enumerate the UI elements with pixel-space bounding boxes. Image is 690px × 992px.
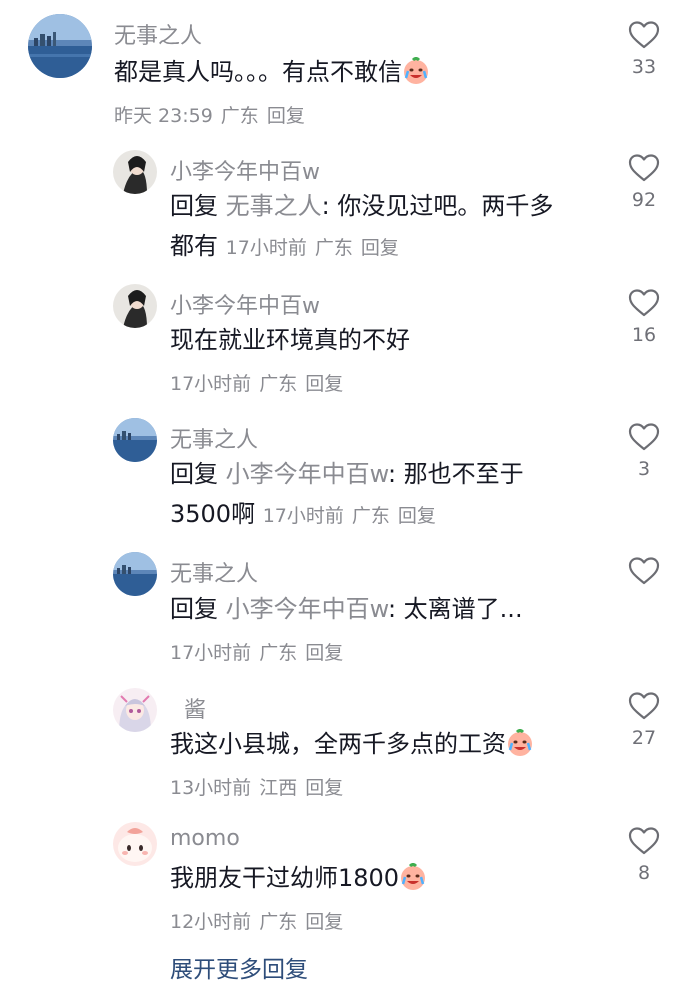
reply-meta: 17小时前 广东 回复 xyxy=(170,638,343,665)
reply-author[interactable]: 小李今年中百w xyxy=(170,154,320,186)
reply-text-line2: 都有 17小时前 广东 回复 xyxy=(170,226,399,268)
like-button[interactable]: 27 xyxy=(618,691,670,749)
reply-time: 17小时前 xyxy=(170,642,252,664)
comment-author[interactable]: 无事之人 xyxy=(114,18,202,50)
reply-author[interactable]: 小李今年中百w xyxy=(170,288,320,320)
heart-icon xyxy=(628,289,660,317)
reply-author[interactable]: 酱 xyxy=(184,692,206,724)
reply-prefix: 回复 xyxy=(170,595,218,623)
like-count: 8 xyxy=(637,862,651,884)
avatar-girl[interactable] xyxy=(113,150,157,194)
reply-body-line2: 都有 xyxy=(170,232,218,260)
comment-text: 都是真人吗。。。有点不敢信 xyxy=(114,52,430,92)
crying-laugh-emoji-icon xyxy=(402,57,430,85)
expand-more-replies-link[interactable]: 展开更多回复 xyxy=(170,950,308,984)
like-count: 27 xyxy=(631,727,657,749)
reply-body: 我朋友干过幼师1800 xyxy=(170,864,400,892)
reply-time: 17小时前 xyxy=(170,373,252,395)
like-count: 3 xyxy=(637,458,651,480)
reply-to-user[interactable]: 无事之人 xyxy=(226,192,322,220)
avatar-girl[interactable] xyxy=(113,284,157,328)
reply-body-line2: 3500啊 xyxy=(170,500,256,528)
reply-meta: 17小时前 广东 回复 xyxy=(263,505,436,527)
avatar-sea[interactable] xyxy=(28,14,92,78)
reply-location: 广东 xyxy=(314,237,353,259)
reply-text: 我朋友干过幼师1800 xyxy=(170,858,427,898)
reply-prefix: 回复 xyxy=(170,460,218,488)
like-count: 16 xyxy=(631,324,657,346)
reply-meta: 12小时前 广东 回复 xyxy=(170,907,343,934)
reply-location: 广东 xyxy=(259,373,298,395)
heart-icon xyxy=(628,557,660,585)
reply-to-user[interactable]: 小李今年中百w xyxy=(226,460,388,488)
reply-text: 回复 无事之人: 你没见过吧。两千多 xyxy=(170,186,553,226)
reply-text: 回复 小李今年中百w: 太离谱了... xyxy=(170,589,523,629)
heart-icon xyxy=(628,423,660,451)
reply-text: 现在就业环境真的不好 xyxy=(170,320,410,360)
like-button[interactable]: 92 xyxy=(618,153,670,211)
avatar-peach[interactable] xyxy=(113,822,157,866)
reply-body: 我这小县城，全两千多点的工资 xyxy=(170,730,506,758)
reply-time: 13小时前 xyxy=(170,777,252,799)
reply-author[interactable]: momo xyxy=(170,826,240,851)
avatar-sea[interactable] xyxy=(113,418,157,462)
reply-button[interactable]: 回复 xyxy=(305,642,343,664)
reply-button[interactable]: 回复 xyxy=(398,505,436,527)
crying-laugh-emoji-icon xyxy=(506,729,534,757)
reply-time: 12小时前 xyxy=(170,911,252,933)
reply-author[interactable]: 无事之人 xyxy=(170,556,258,588)
reply-text-line2: 3500啊 17小时前 广东 回复 xyxy=(170,494,436,536)
reply-button[interactable]: 回复 xyxy=(305,911,343,933)
reply-to-user[interactable]: 小李今年中百w xyxy=(226,595,388,623)
like-button[interactable]: 16 xyxy=(618,288,670,346)
avatar-sea[interactable] xyxy=(113,552,157,596)
reply-prefix: 回复 xyxy=(170,192,218,220)
like-button[interactable]: 3 xyxy=(618,422,670,480)
reply-location: 广东 xyxy=(259,642,298,664)
reply-text: 我这小县城，全两千多点的工资 xyxy=(170,724,534,764)
comment-time: 昨天 23:59 xyxy=(114,105,213,127)
reply-time: 17小时前 xyxy=(262,505,344,527)
comment-location: 广东 xyxy=(220,105,259,127)
avatar-anime[interactable] xyxy=(113,688,157,732)
heart-icon xyxy=(628,21,660,49)
reply-meta: 17小时前 广东 回复 xyxy=(170,369,343,396)
comment-body: 都是真人吗。。。有点不敢信 xyxy=(114,58,402,86)
reply-location: 广东 xyxy=(259,911,298,933)
like-button[interactable] xyxy=(618,556,670,592)
reply-meta: 13小时前 江西 回复 xyxy=(170,773,343,800)
reply-body: 现在就业环境真的不好 xyxy=(170,326,410,354)
comment-meta: 昨天 23:59 广东 回复 xyxy=(114,101,305,128)
reply-button[interactable]: 回复 xyxy=(305,373,343,395)
reply-button[interactable]: 回复 xyxy=(305,777,343,799)
crying-laugh-emoji-icon xyxy=(399,863,427,891)
reply-body: : 太离谱了... xyxy=(387,595,523,623)
like-count: 92 xyxy=(631,189,657,211)
like-button[interactable]: 33 xyxy=(618,20,670,78)
reply-location: 广东 xyxy=(351,505,390,527)
heart-icon xyxy=(628,827,660,855)
heart-icon xyxy=(628,154,660,182)
reply-time: 17小时前 xyxy=(225,237,307,259)
heart-icon xyxy=(628,692,660,720)
like-count: 33 xyxy=(631,56,657,78)
reply-body-line1: : 你没见过吧。两千多 xyxy=(321,192,554,220)
reply-meta: 17小时前 广东 回复 xyxy=(226,237,399,259)
reply-location: 江西 xyxy=(259,777,298,799)
reply-body-line1: : 那也不至于 xyxy=(387,460,524,488)
reply-button[interactable]: 回复 xyxy=(361,237,399,259)
like-button[interactable]: 8 xyxy=(618,826,670,884)
reply-text: 回复 小李今年中百w: 那也不至于 xyxy=(170,454,524,494)
reply-author[interactable]: 无事之人 xyxy=(170,422,258,454)
reply-button[interactable]: 回复 xyxy=(267,105,305,127)
